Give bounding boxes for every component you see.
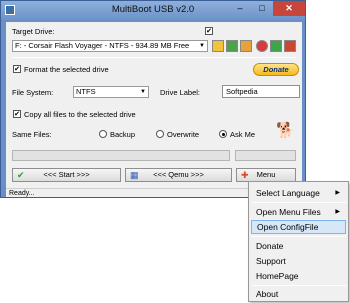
target-drive-checkbox[interactable]: ✔: [205, 27, 213, 35]
menu-item-select-language[interactable]: Select Language ▶: [251, 186, 346, 200]
backup-radio-label: Backup: [110, 130, 136, 139]
check-icon: ✔: [17, 170, 25, 180]
refresh-icon[interactable]: [226, 40, 238, 52]
menu-item-label: Donate: [256, 241, 284, 251]
ask-me-radio[interactable]: [219, 130, 227, 138]
main-panel: Target Drive: ✔ F: - Corsair Flash Voyag…: [6, 22, 302, 188]
file-system-value: NTFS: [76, 87, 96, 96]
chevron-down-icon: ▼: [140, 89, 146, 95]
format-drive-label: Format the selected drive: [24, 65, 109, 74]
menu-item-about[interactable]: About: [251, 287, 346, 301]
progress-bar: [12, 150, 230, 161]
menu-item-support[interactable]: Support: [251, 254, 346, 268]
status-text: Ready...: [9, 190, 35, 197]
tools-icon[interactable]: [284, 40, 296, 52]
folder-icon[interactable]: [212, 40, 224, 52]
menu-item-label: Select Language: [256, 188, 320, 198]
start-button-label: <<< Start >>>: [43, 170, 90, 179]
close-button[interactable]: ✕: [273, 1, 305, 16]
menu-item-open-menu-files[interactable]: Open Menu Files ▶: [251, 205, 346, 219]
file-system-select[interactable]: NTFS ▼: [73, 86, 149, 98]
file-system-label: File System:: [12, 88, 54, 97]
menu-item-label: HomePage: [256, 271, 299, 281]
target-drive-label: Target Drive:: [12, 27, 55, 36]
backup-radio[interactable]: [99, 130, 107, 138]
maximize-button[interactable]: □: [251, 1, 273, 16]
minimize-button[interactable]: –: [229, 1, 251, 16]
mascot-icon: 🐕: [276, 122, 295, 139]
progress-bar-secondary: [235, 150, 296, 161]
submenu-arrow-icon: ▶: [335, 209, 340, 215]
menu-item-open-configfile[interactable]: Open ConfigFile: [251, 220, 346, 234]
info-icon[interactable]: [240, 40, 252, 52]
overwrite-radio[interactable]: [156, 130, 164, 138]
overwrite-radio-label: Overwrite: [167, 130, 200, 139]
lifebuoy-icon: ✚: [241, 170, 249, 180]
ask-me-radio-label: Ask Me: [230, 130, 256, 139]
start-button[interactable]: ✔ <<< Start >>>: [12, 168, 121, 182]
menu-item-label: Open ConfigFile: [257, 222, 319, 232]
copy-files-checkbox[interactable]: ✔: [13, 110, 21, 118]
app-window: MultiBoot USB v2.0 – □ ✕ Target Drive: ✔…: [0, 0, 306, 198]
same-files-label: Same Files:: [12, 130, 52, 139]
title-bar[interactable]: MultiBoot USB v2.0 – □ ✕: [1, 1, 305, 20]
menu-item-homepage[interactable]: HomePage: [251, 269, 346, 283]
context-menu: Select Language ▶ Open Menu Files ▶ Open…: [248, 181, 349, 302]
menu-item-label: Open Menu Files: [256, 207, 321, 217]
menu-separator: [252, 285, 346, 286]
menu-button-label: Menu: [256, 170, 276, 179]
qemu-button[interactable]: ▦ <<< Qemu >>>: [125, 168, 232, 182]
divider: [12, 57, 296, 58]
target-drive-value: F: - Corsair Flash Voyager - NTFS - 934.…: [15, 41, 190, 50]
drive-label-label: Drive Label:: [160, 88, 201, 97]
copy-files-label: Copy all files to the selected drive: [24, 110, 136, 119]
submenu-arrow-icon: ▶: [335, 190, 340, 196]
donate-button[interactable]: Donate: [253, 63, 299, 76]
menu-button[interactable]: ✚ Menu: [236, 168, 296, 182]
menu-item-label: About: [256, 289, 279, 299]
target-drive-select[interactable]: F: - Corsair Flash Voyager - NTFS - 934.…: [12, 40, 208, 52]
menu-separator: [252, 202, 346, 203]
format-drive-checkbox[interactable]: ✔: [13, 65, 21, 73]
chevron-down-icon: ▼: [199, 43, 205, 49]
drive-label-input[interactable]: Softpedia: [222, 85, 300, 98]
menu-item-label: Support: [256, 256, 286, 266]
install-icon[interactable]: [270, 40, 282, 52]
menu-separator: [252, 236, 346, 237]
globe-icon[interactable]: [256, 40, 268, 52]
menu-item-donate[interactable]: Donate: [251, 239, 346, 253]
qemu-icon: ▦: [130, 170, 139, 180]
qemu-button-label: <<< Qemu >>>: [153, 170, 204, 179]
